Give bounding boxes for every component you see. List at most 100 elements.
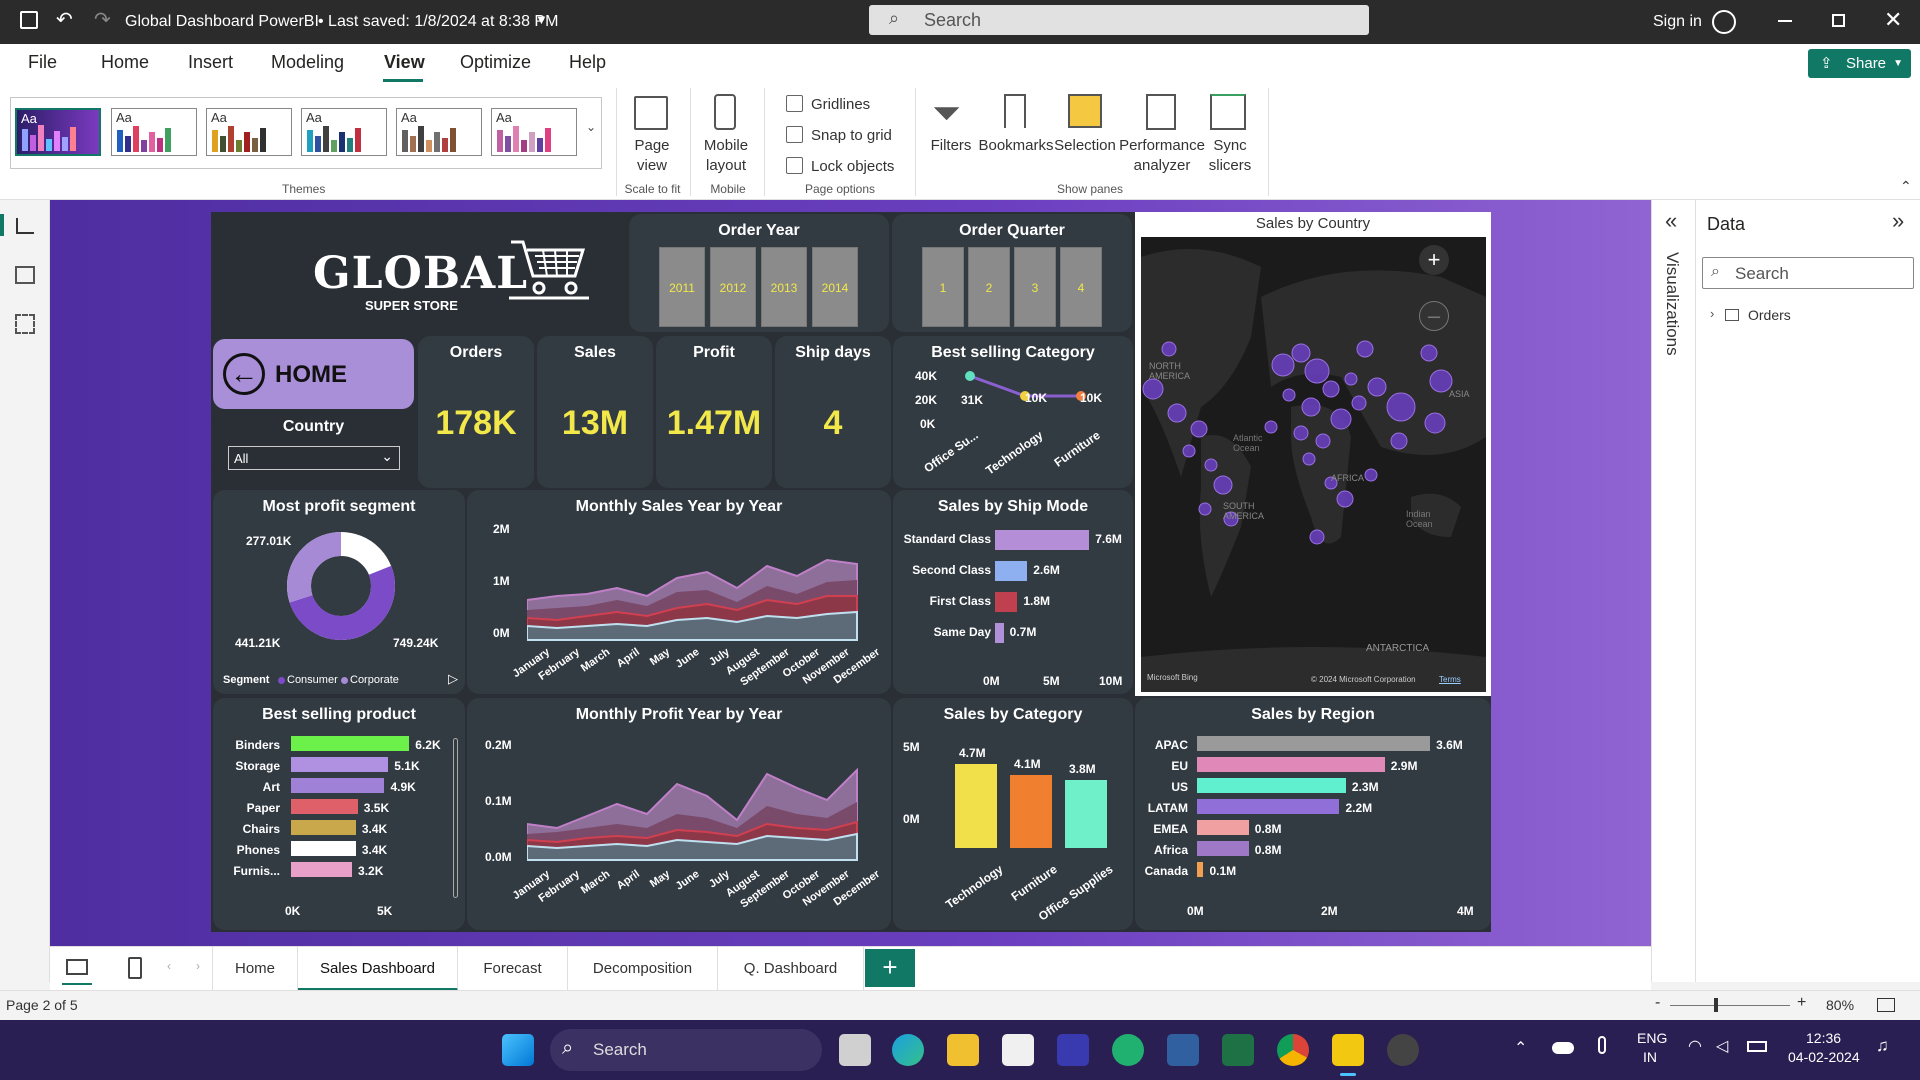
map-bubble[interactable]	[1424, 412, 1446, 434]
powerbi-icon[interactable]	[1332, 1034, 1364, 1066]
map-bubble[interactable]	[1336, 490, 1354, 508]
sign-in-link[interactable]: Sign in	[1653, 13, 1702, 31]
mobile-layout-button[interactable]: Mobile layout	[698, 136, 754, 176]
map-bubble[interactable]	[1315, 433, 1331, 449]
map-bubble[interactable]	[1390, 432, 1408, 450]
tab-decomposition[interactable]: Decomposition	[568, 947, 718, 991]
map-bubble[interactable]	[1190, 420, 1208, 438]
map-bubble[interactable]	[1364, 468, 1378, 482]
map-bubble[interactable]	[1167, 403, 1187, 423]
map-bubble[interactable]	[1264, 420, 1278, 434]
map-bubble[interactable]	[1322, 380, 1340, 398]
clock-date[interactable]: 04-02-2024	[1788, 1049, 1860, 1065]
map-bubble[interactable]	[1367, 377, 1387, 397]
map-bubble[interactable]	[1204, 458, 1218, 472]
scrollbar[interactable]	[453, 738, 458, 898]
year-2012[interactable]: 2012	[710, 247, 756, 327]
filters-button[interactable]: Filters	[926, 136, 976, 156]
map-canvas[interactable]: NORTH AMERICA Atlantic Ocean SOUTH AMERI…	[1141, 237, 1486, 692]
map-bubble[interactable]	[1302, 452, 1316, 466]
map-bubble[interactable]	[1182, 444, 1196, 458]
map-bubble[interactable]	[1344, 372, 1358, 386]
quarter-2[interactable]: 2	[968, 247, 1010, 327]
zoom-in-button[interactable]: +	[1797, 994, 1806, 1012]
account-icon[interactable]	[1712, 10, 1736, 34]
battery-icon[interactable]	[1747, 1041, 1767, 1052]
store-icon[interactable]	[1002, 1034, 1034, 1066]
clock-time[interactable]: 12:36	[1806, 1030, 1841, 1046]
lock-objects-checkbox[interactable]: Lock objects	[786, 157, 894, 175]
scroll-left-icon[interactable]: ‹	[167, 959, 171, 973]
onedrive-icon[interactable]	[1552, 1042, 1574, 1054]
snap-to-grid-checkbox[interactable]: Snap to grid	[786, 126, 892, 144]
search-input[interactable]: ⌕ Search	[869, 5, 1369, 35]
map-bubble[interactable]	[1330, 408, 1352, 430]
notification-bell-icon[interactable]: ♫	[1876, 1036, 1889, 1056]
zoom-in-icon[interactable]: +	[1419, 245, 1449, 275]
map-bubble[interactable]	[1282, 388, 1296, 402]
zoom-out-button[interactable]: -	[1655, 994, 1660, 1012]
tab-q-dashboard[interactable]: Q. Dashboard	[718, 947, 864, 991]
collapse-ribbon-icon[interactable]: ⌃	[1900, 178, 1912, 195]
gallery-chevron-icon[interactable]: ⌄	[586, 120, 596, 134]
save-icon[interactable]	[20, 11, 38, 29]
menu-insert[interactable]: Insert	[188, 52, 233, 73]
redo-icon[interactable]: ↷	[94, 7, 111, 32]
year-2014[interactable]: 2014	[812, 247, 858, 327]
map-bubble[interactable]	[1291, 343, 1311, 363]
gridlines-checkbox[interactable]: Gridlines	[786, 95, 870, 113]
tab-forecast[interactable]: Forecast	[458, 947, 568, 991]
tab-sales-dashboard[interactable]: Sales Dashboard	[298, 947, 458, 991]
app-icon[interactable]	[1057, 1034, 1089, 1066]
map-bubble[interactable]	[1198, 502, 1212, 516]
menu-help[interactable]: Help	[569, 52, 606, 73]
wifi-icon[interactable]: ◠	[1688, 1036, 1702, 1056]
app-icon[interactable]	[1112, 1034, 1144, 1066]
excel-icon[interactable]	[1222, 1034, 1254, 1066]
map-bubble[interactable]	[1309, 529, 1325, 545]
theme-5[interactable]: Aa	[396, 108, 482, 156]
bar-chart-icon[interactable]	[16, 218, 34, 234]
map-bubble[interactable]	[1271, 353, 1295, 377]
expand-left-icon[interactable]: «	[1665, 208, 1677, 234]
microphone-icon[interactable]	[1598, 1036, 1606, 1054]
minimize-icon[interactable]	[1778, 20, 1792, 22]
map-bubble[interactable]	[1213, 475, 1233, 495]
bookmarks-button[interactable]: Bookmarks	[976, 136, 1056, 156]
language-eng[interactable]: ENG	[1637, 1030, 1667, 1046]
map-bubble[interactable]	[1420, 344, 1438, 362]
zoom-out-icon[interactable]: –	[1419, 301, 1449, 331]
task-view-icon[interactable]	[839, 1034, 871, 1066]
chevron-down-icon[interactable]: ▼	[535, 12, 548, 27]
theme-3[interactable]: Aa	[206, 108, 292, 156]
country-dropdown[interactable]: All ⌄	[228, 446, 400, 470]
year-2013[interactable]: 2013	[761, 247, 807, 327]
theme-2[interactable]: Aa	[111, 108, 197, 156]
performance-analyzer-button[interactable]: Performance analyzer	[1118, 136, 1206, 176]
tray-chevron-icon[interactable]: ⌃	[1514, 1038, 1527, 1058]
selection-button[interactable]: Selection	[1052, 136, 1118, 156]
map-terms-link[interactable]: Terms	[1439, 675, 1461, 684]
share-button[interactable]: Share ⇪ ▼	[1808, 49, 1911, 78]
map-bubble[interactable]	[1293, 425, 1309, 441]
app-icon[interactable]	[1387, 1034, 1419, 1066]
fit-to-page-icon[interactable]	[1877, 998, 1895, 1012]
close-icon[interactable]: ✕	[1884, 7, 1902, 33]
year-2011[interactable]: 2011	[659, 247, 705, 327]
map-bubble[interactable]	[1301, 397, 1321, 417]
mobile-view-icon[interactable]	[128, 957, 142, 979]
map-bubble[interactable]	[1304, 358, 1330, 384]
menu-optimize[interactable]: Optimize	[460, 52, 531, 73]
map-bubble[interactable]	[1351, 395, 1367, 411]
chrome-icon[interactable]	[1277, 1034, 1309, 1066]
volume-icon[interactable]: ◁	[1716, 1036, 1728, 1056]
menu-view[interactable]: View	[384, 52, 425, 73]
undo-icon[interactable]: ↶	[56, 7, 73, 32]
windows-start-icon[interactable]	[502, 1034, 534, 1066]
theme-6[interactable]: Aa	[491, 108, 577, 156]
sync-slicers-button[interactable]: Sync slicers	[1202, 136, 1258, 176]
map-bubble[interactable]	[1161, 341, 1177, 357]
menu-modeling[interactable]: Modeling	[271, 52, 344, 73]
file-explorer-icon[interactable]	[947, 1034, 979, 1066]
quarter-4[interactable]: 4	[1060, 247, 1102, 327]
